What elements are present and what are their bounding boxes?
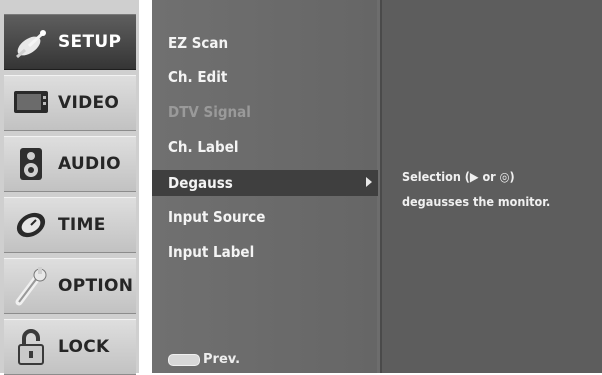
clock-icon xyxy=(4,203,58,247)
sidebar-item-label: AUDIO xyxy=(58,154,121,174)
separator xyxy=(139,0,152,373)
help-text-line-2: degausses the monitor. xyxy=(402,194,551,209)
menu-item-ch-edit[interactable]: Ch. Edit xyxy=(168,64,227,90)
help-text-line-1: Selection (▶ or ◎) xyxy=(402,169,515,184)
prev-label: Prev. xyxy=(203,352,241,367)
menu-item-input-source[interactable]: Input Source xyxy=(168,204,265,230)
sidebar-item-lock[interactable]: LOCK xyxy=(4,319,136,375)
sidebar-item-option[interactable]: OPTION xyxy=(4,258,136,314)
chevron-right-icon xyxy=(366,177,372,187)
prev-hint: Prev. xyxy=(168,350,240,370)
padlock-icon xyxy=(4,325,58,369)
sidebar-item-label: SETUP xyxy=(58,32,122,52)
menu-item-ez-scan[interactable]: EZ Scan xyxy=(168,30,228,56)
category-sidebar: SETUP VIDEO AUDIO TIME OPTION LOCK xyxy=(0,0,139,375)
sidebar-item-audio[interactable]: AUDIO xyxy=(4,136,136,192)
menu-item-input-label[interactable]: Input Label xyxy=(168,239,254,265)
help-panel: Selection (▶ or ◎) degausses the monitor… xyxy=(380,0,602,373)
wrench-icon xyxy=(4,264,58,308)
sidebar-item-label: TIME xyxy=(58,215,106,235)
sidebar-item-label: LOCK xyxy=(58,337,110,357)
speaker-icon xyxy=(4,142,58,186)
sidebar-item-video[interactable]: VIDEO xyxy=(4,75,136,131)
menu-item-degauss[interactable]: Degauss xyxy=(168,170,233,196)
sidebar-item-label: VIDEO xyxy=(58,93,120,113)
menu-item-dtv-signal: DTV Signal xyxy=(168,103,251,121)
monitor-icon xyxy=(4,81,58,125)
menu-item-ch-label[interactable]: Ch. Label xyxy=(168,134,238,160)
menu-button-icon xyxy=(168,354,200,366)
sidebar-item-time[interactable]: TIME xyxy=(4,197,136,253)
satellite-dish-icon xyxy=(4,20,58,64)
sidebar-item-label: OPTION xyxy=(58,276,134,296)
sidebar-item-setup[interactable]: SETUP xyxy=(4,14,136,70)
